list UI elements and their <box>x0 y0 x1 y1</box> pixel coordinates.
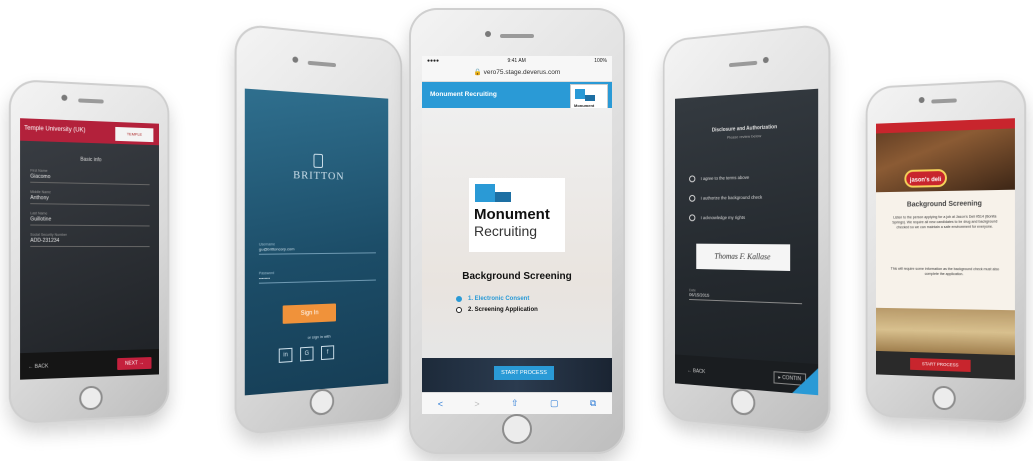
address-bar[interactable]: 🔒 vero75.stage.deverus.com <box>422 66 612 82</box>
step-item[interactable]: 1. Electronic Consent <box>456 296 538 302</box>
bookmarks-icon[interactable]: ▢ <box>550 398 559 409</box>
status-bar: ●●●● 9:41 AM 100% <box>422 56 612 66</box>
back-icon[interactable]: < <box>438 399 443 409</box>
battery-level: 100% <box>594 58 607 64</box>
screening-title: Background Screening <box>906 200 982 209</box>
forward-icon[interactable]: > <box>474 399 479 409</box>
phone-britton: BRITTON Username gu@brittoncorp.com Pass… <box>234 23 403 436</box>
step-active-icon <box>456 296 462 302</box>
last-name-field[interactable]: Last Name Guillotine <box>30 211 150 227</box>
phone-camera <box>918 96 925 104</box>
screen-basic-info: Temple University (UK) TEMPLE Basic info… <box>20 118 160 380</box>
jasons-deli-logo: jason's deli <box>904 168 947 188</box>
signature-pad[interactable]: Thomas F. Kallase <box>696 243 791 271</box>
linkedin-icon[interactable]: in <box>278 347 293 363</box>
username-input[interactable]: Username gu@brittoncorp.com <box>258 241 376 255</box>
field-value: ADD-231234 <box>30 237 60 244</box>
info-paragraph: This will require some information as th… <box>890 266 1000 277</box>
screen-britton-login: BRITTON Username gu@brittoncorp.com Pass… <box>244 88 389 396</box>
browser-toolbar: < > ⇧ ▢ ⧉ <box>422 392 612 414</box>
section-title: Basic info <box>80 156 102 164</box>
phone-authorization: Disclosure and Authorization Please revi… <box>662 23 831 436</box>
app-title: Monument Recruiting <box>430 91 497 98</box>
home-button[interactable] <box>309 387 335 417</box>
home-button[interactable] <box>79 385 103 411</box>
step-inactive-icon <box>456 307 462 313</box>
field-label: Social Security Number <box>30 232 67 237</box>
screen-authorization: Disclosure and Authorization Please revi… <box>675 88 819 396</box>
field-value: Guillotine <box>30 216 52 223</box>
phone-speaker <box>729 60 758 68</box>
steps-list: 1. Electronic Consent 2. Screening Appli… <box>456 296 538 318</box>
monument-logo: Monument Recruiting <box>469 178 565 252</box>
status-time: 9:41 AM <box>507 58 526 64</box>
phone-camera <box>61 94 68 101</box>
phone-jasons-deli: jason's deli Background Screening Listen… <box>865 78 1027 425</box>
option-item[interactable]: I authorize the background check <box>689 194 762 202</box>
temple-logo: TEMPLE <box>115 126 154 143</box>
phone-speaker <box>500 34 534 38</box>
britton-logo-icon <box>313 153 323 169</box>
screening-heading: Background Screening <box>462 271 572 282</box>
screen-monument-start: ●●●● 9:41 AM 100% 🔒 vero75.stage.deverus… <box>422 56 612 414</box>
marketing-stage: Temple University (UK) TEMPLE Basic info… <box>0 0 1033 461</box>
corner-accent <box>792 366 819 396</box>
step-label: 1. Electronic Consent <box>468 296 530 302</box>
phone-temple-university: Temple University (UK) TEMPLE Basic info… <box>8 78 170 425</box>
food-photo <box>875 307 1015 356</box>
home-button[interactable] <box>730 387 756 417</box>
option-label: I authorize the background check <box>700 194 763 201</box>
start-process-button[interactable]: START PROCESS <box>910 357 971 372</box>
logo-mark-accent <box>495 192 511 202</box>
screen-jasons-deli: jason's deli Background Screening Listen… <box>875 118 1015 380</box>
radio-icon <box>689 214 696 222</box>
phone-speaker <box>931 98 957 104</box>
sso-label: or sign in with <box>307 333 331 340</box>
phone-camera <box>762 56 769 64</box>
signal-icon: ●●●● <box>427 58 440 64</box>
next-button[interactable]: NEXT → <box>117 357 152 371</box>
home-button[interactable] <box>932 385 956 411</box>
tabs-icon[interactable]: ⧉ <box>590 398 596 409</box>
password-input[interactable]: Password •••••••• <box>258 268 376 284</box>
social-buttons: in G f <box>278 345 335 363</box>
step-item[interactable]: 2. Screening Application <box>456 307 538 313</box>
option-label: I agree to the terms above <box>700 174 750 182</box>
radio-icon <box>689 194 696 202</box>
phone-camera <box>485 31 491 37</box>
facebook-icon[interactable]: f <box>321 345 335 361</box>
phone-speaker <box>307 60 336 68</box>
home-button[interactable] <box>502 414 532 444</box>
logo-line2: Recruiting <box>474 223 538 239</box>
google-icon[interactable]: G <box>300 346 314 362</box>
field-value: Anthony <box>30 194 49 202</box>
logo-line1: Monument <box>474 206 550 223</box>
middle-name-field[interactable]: Middle Name Anthony <box>30 189 150 206</box>
start-process-button[interactable]: START PROCESS <box>494 366 554 380</box>
phone-speaker <box>78 98 104 104</box>
sign-in-button[interactable]: Sign In <box>282 303 336 324</box>
radio-icon <box>689 175 696 183</box>
logo-mark-icon <box>475 184 495 202</box>
share-icon[interactable]: ⇧ <box>511 398 519 409</box>
brand-name: BRITTON <box>293 169 345 183</box>
option-label: I acknowledge my rights <box>700 214 746 221</box>
phone-monument-recruiting: ●●●● 9:41 AM 100% 🔒 vero75.stage.deverus… <box>409 8 625 454</box>
date-field[interactable]: Date 06/15/2015 <box>689 288 803 305</box>
phone-camera <box>292 56 299 63</box>
first-name-field[interactable]: First Name Giacomo <box>30 168 150 186</box>
username-value: gu@brittoncorp.com <box>258 246 295 252</box>
intro-paragraph: Listen to the person applying for a job … <box>892 214 998 230</box>
app-header: Monument Recruiting Monument Recruiting <box>422 82 612 118</box>
step-label: 2. Screening Application <box>468 307 538 313</box>
ssn-field[interactable]: Social Security Number ADD-231234 <box>30 232 150 248</box>
option-item[interactable]: I acknowledge my rights <box>689 214 746 222</box>
back-button[interactable]: ← BACK <box>28 363 48 370</box>
option-item[interactable]: I agree to the terms above <box>689 174 749 183</box>
